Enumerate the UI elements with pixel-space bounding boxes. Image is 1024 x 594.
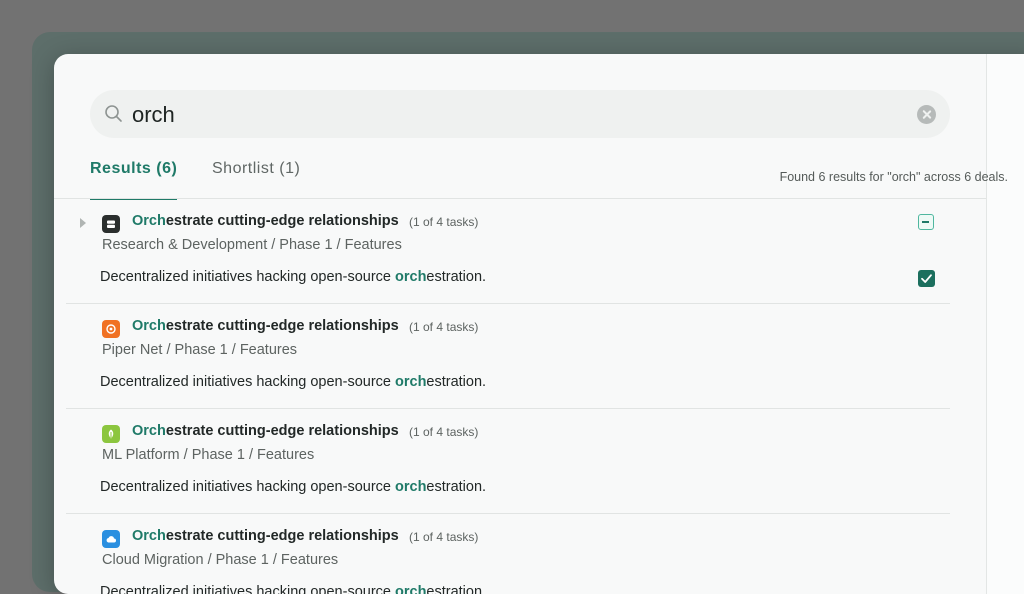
desc-match: orch [395,269,427,285]
piper-icon [102,320,120,338]
robot-icon [102,215,120,233]
result-row[interactable]: Orchestrate cutting-edge relationships (… [66,304,950,409]
desc-match: orch [395,584,427,594]
result-row[interactable]: Orchestrate cutting-edge relationships (… [66,409,950,514]
task-count: (1 of 4 tasks) [409,215,479,229]
desc-text: Decentralized initiatives hacking open-s… [100,269,395,285]
result-title[interactable]: Orchestrate cutting-edge relationships [132,318,399,334]
search-icon [105,105,122,122]
desc-text-end: estration. [426,374,487,390]
result-title[interactable]: Orchestrate cutting-edge relationships [132,213,399,229]
desc-text: Decentralized initiatives hacking open-s… [100,374,395,390]
result-description: Decentralized initiatives hacking open-s… [100,479,486,495]
title-rest: estrate cutting-edge relationships [165,318,399,334]
search-input[interactable] [130,90,904,140]
result-row[interactable]: Orchestrate cutting-edge relationships (… [66,514,950,594]
search-bar [90,90,950,140]
task-count: (1 of 4 tasks) [409,530,479,544]
tab-results[interactable]: Results (6) [90,160,178,200]
title-rest: estrate cutting-edge relationships [165,528,399,544]
expand-caret-icon[interactable] [80,218,86,228]
title-match: Orch [132,318,166,334]
desc-match: orch [395,479,427,495]
result-description: Decentralized initiatives hacking open-s… [100,269,486,285]
clear-search-icon[interactable] [917,105,936,124]
result-title[interactable]: Orchestrate cutting-edge relationships [132,528,399,544]
result-path: Piper Net / Phase 1 / Features [102,342,298,358]
desc-text: Decentralized initiatives hacking open-s… [100,479,395,495]
result-row[interactable]: Orchestrate cutting-edge relationships (… [66,199,950,304]
cloud-icon [102,530,120,548]
title-rest: estrate cutting-edge relationships [165,423,399,439]
result-description: Decentralized initiatives hacking open-s… [100,374,486,390]
desc-match: orch [395,374,427,390]
results-summary: Found 6 results for "orch" across 6 deal… [779,170,1008,184]
search-dialog: Results (6) Shortlist (1) Found 6 result… [54,54,1024,594]
result-path: Cloud Migration / Phase 1 / Features [102,552,339,568]
tab-shortlist[interactable]: Shortlist (1) [212,160,300,198]
desc-text-end: estration. [426,584,487,594]
desc-text-end: estration. [426,479,487,495]
shortlist-partial-checkbox[interactable] [918,214,934,230]
result-path: Research & Development / Phase 1 / Featu… [102,237,402,253]
checked-checkbox-icon[interactable] [918,270,935,287]
title-match: Orch [132,423,166,439]
result-path: ML Platform / Phase 1 / Features [102,447,315,463]
leaf-icon [102,425,120,443]
result-title[interactable]: Orchestrate cutting-edge relationships [132,423,399,439]
title-match: Orch [132,528,166,544]
desc-text: Decentralized initiatives hacking open-s… [100,584,395,594]
title-match: Orch [132,213,166,229]
task-count: (1 of 4 tasks) [409,425,479,439]
side-panel [986,54,1024,594]
result-description: Decentralized initiatives hacking open-s… [100,584,486,594]
title-rest: estrate cutting-edge relationships [165,213,399,229]
task-count: (1 of 4 tasks) [409,320,479,334]
desc-text-end: estration. [426,269,487,285]
